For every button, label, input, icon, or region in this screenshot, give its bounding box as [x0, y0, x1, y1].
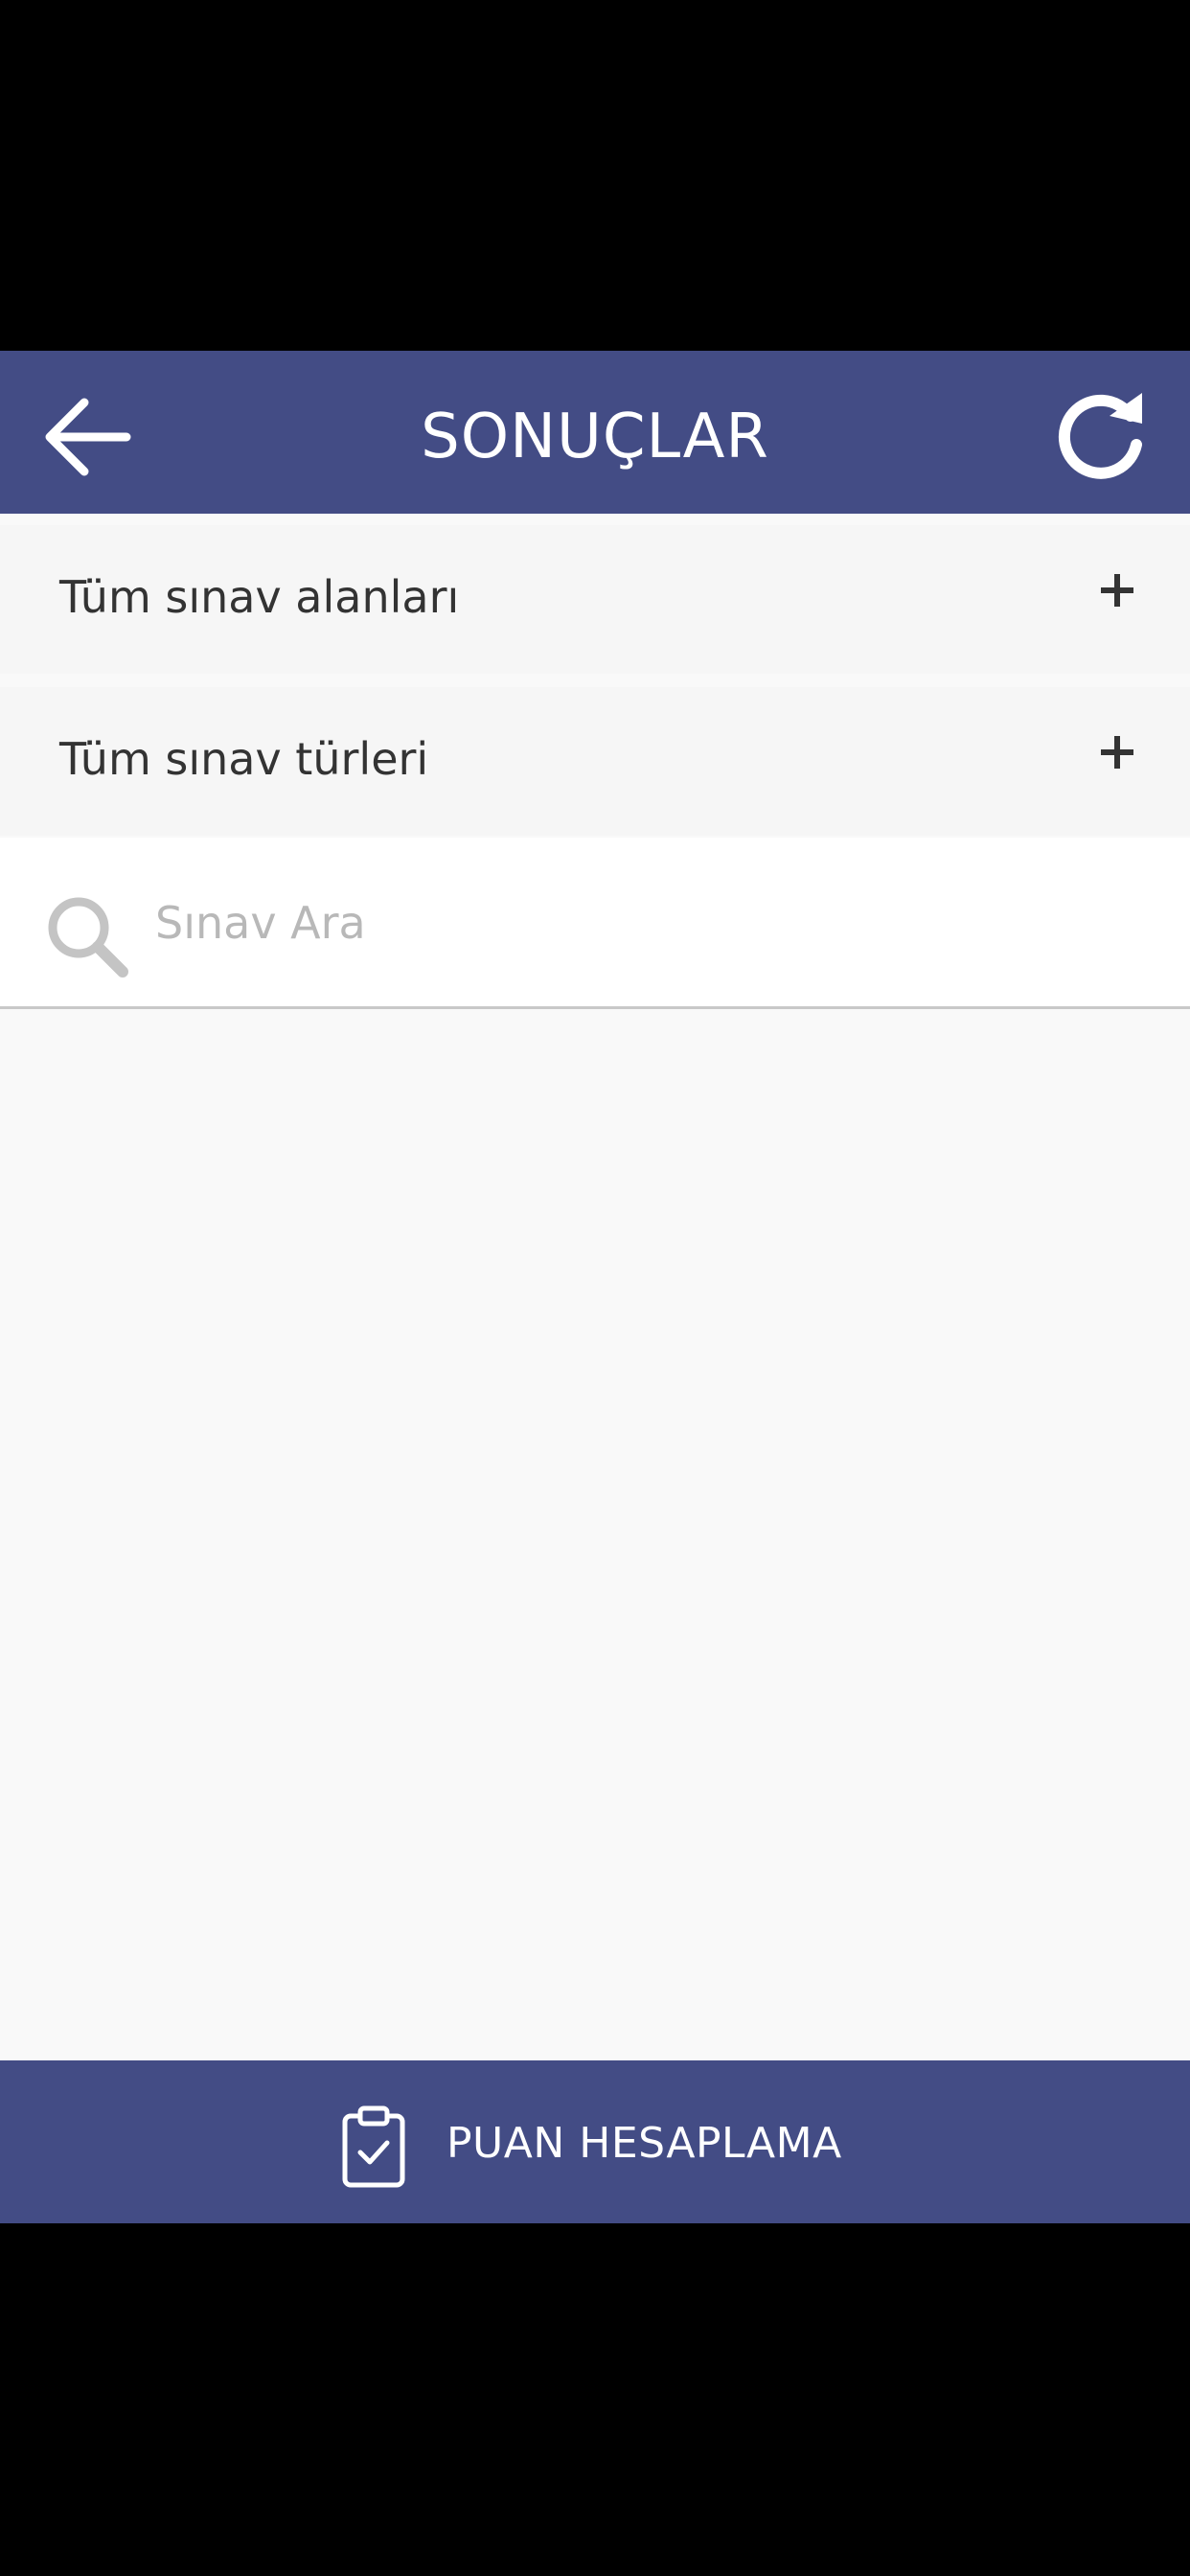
filter-exam-types[interactable]: Tüm sınav türleri — [0, 687, 1190, 836]
app-header: SONUÇLAR — [0, 351, 1190, 514]
results-list-area — [0, 1009, 1190, 2060]
results-screen: SONUÇLAR Tüm sınav alanları Tüm sınav tü… — [0, 351, 1190, 2223]
score-calculation-button[interactable]: PUAN HESAPLAMA — [0, 2060, 1190, 2223]
score-calculation-label: PUAN HESAPLAMA — [446, 2119, 842, 2168]
plus-icon[interactable] — [1098, 733, 1136, 771]
clipboard-check-icon — [342, 2105, 405, 2188]
page-title: SONUÇLAR — [421, 402, 769, 472]
search-bar — [0, 838, 1190, 1009]
search-input[interactable] — [155, 889, 1152, 956]
filter-exam-areas-label: Tüm sınav alanları — [59, 571, 460, 623]
plus-icon[interactable] — [1098, 571, 1136, 610]
refresh-button[interactable] — [1050, 387, 1150, 487]
refresh-icon — [1058, 393, 1142, 479]
search-icon — [48, 897, 128, 978]
filter-exam-areas[interactable]: Tüm sınav alanları — [0, 525, 1190, 674]
filter-exam-types-label: Tüm sınav türleri — [59, 733, 429, 785]
